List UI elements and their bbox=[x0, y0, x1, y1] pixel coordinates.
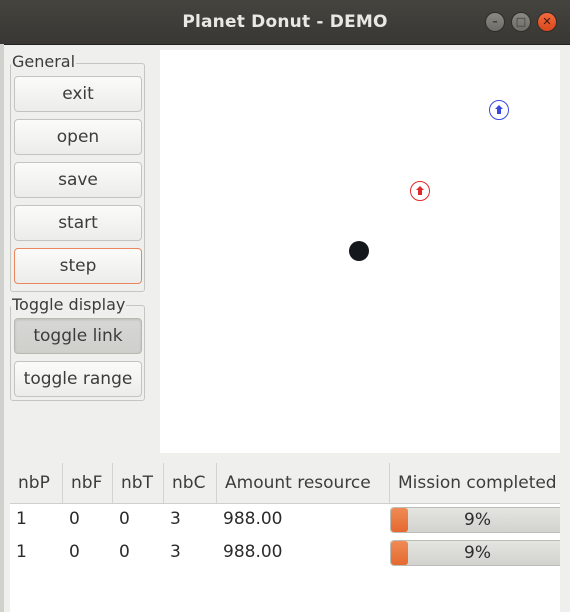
cell-nbt: 0 bbox=[119, 509, 130, 529]
title-bar[interactable]: Planet Donut - DEMO – □ ✕ bbox=[0, 0, 570, 45]
table-header: nbP nbF nbT nbC Amount resource Mission … bbox=[10, 463, 560, 504]
progress-label: 9% bbox=[464, 510, 491, 530]
minimize-button[interactable]: – bbox=[485, 12, 505, 32]
close-button[interactable]: ✕ bbox=[537, 12, 557, 32]
robot-marker bbox=[489, 100, 509, 120]
table-row[interactable]: 1 0 0 3 988.00 9% bbox=[10, 503, 560, 536]
world-canvas[interactable] bbox=[160, 50, 560, 453]
column-header-nbt[interactable]: nbT bbox=[113, 463, 164, 503]
cell-nbp: 1 bbox=[16, 542, 27, 562]
base-marker bbox=[349, 241, 369, 261]
open-button[interactable]: open bbox=[14, 119, 142, 155]
window-edge bbox=[0, 44, 4, 612]
cell-nbt: 0 bbox=[119, 542, 130, 562]
toggle-display-frame-label: Toggle display bbox=[11, 295, 127, 314]
table-row[interactable]: 1 0 0 3 988.00 9% bbox=[10, 536, 560, 569]
cell-nbc: 3 bbox=[170, 509, 181, 529]
status-table: nbP nbF nbT nbC Amount resource Mission … bbox=[10, 463, 560, 612]
save-button[interactable]: save bbox=[14, 162, 142, 198]
mission-progress-bar: 9% bbox=[390, 507, 560, 533]
general-frame-label: General bbox=[11, 52, 77, 71]
column-header-amount-resource[interactable]: Amount resource bbox=[217, 463, 390, 503]
cell-nbf: 0 bbox=[69, 542, 80, 562]
step-button[interactable]: step bbox=[14, 248, 142, 284]
column-header-nbf[interactable]: nbF bbox=[63, 463, 113, 503]
minimize-icon: – bbox=[492, 15, 498, 28]
cell-amount-resource: 988.00 bbox=[223, 509, 283, 529]
cell-amount-resource: 988.00 bbox=[223, 542, 283, 562]
main-window: Planet Donut - DEMO – □ ✕ General exit o… bbox=[0, 0, 570, 612]
start-button[interactable]: start bbox=[14, 205, 142, 241]
robot-marker bbox=[410, 181, 430, 201]
maximize-button[interactable]: □ bbox=[511, 12, 531, 32]
mission-progress-bar: 9% bbox=[390, 540, 560, 566]
robot-icon bbox=[416, 186, 424, 195]
progress-label: 9% bbox=[464, 543, 491, 563]
maximize-icon: □ bbox=[515, 15, 527, 28]
column-header-nbp[interactable]: nbP bbox=[10, 463, 63, 503]
toggle-range-button[interactable]: toggle range bbox=[14, 361, 142, 397]
robot-icon bbox=[495, 105, 503, 114]
cell-nbp: 1 bbox=[16, 509, 27, 529]
column-header-mission-completed[interactable]: Mission completed bbox=[390, 463, 560, 503]
close-icon: ✕ bbox=[542, 15, 552, 28]
cell-nbc: 3 bbox=[170, 542, 181, 562]
exit-button[interactable]: exit bbox=[14, 76, 142, 112]
cell-nbf: 0 bbox=[69, 509, 80, 529]
column-header-nbc[interactable]: nbC bbox=[164, 463, 217, 503]
toggle-link-button[interactable]: toggle link bbox=[14, 318, 142, 354]
